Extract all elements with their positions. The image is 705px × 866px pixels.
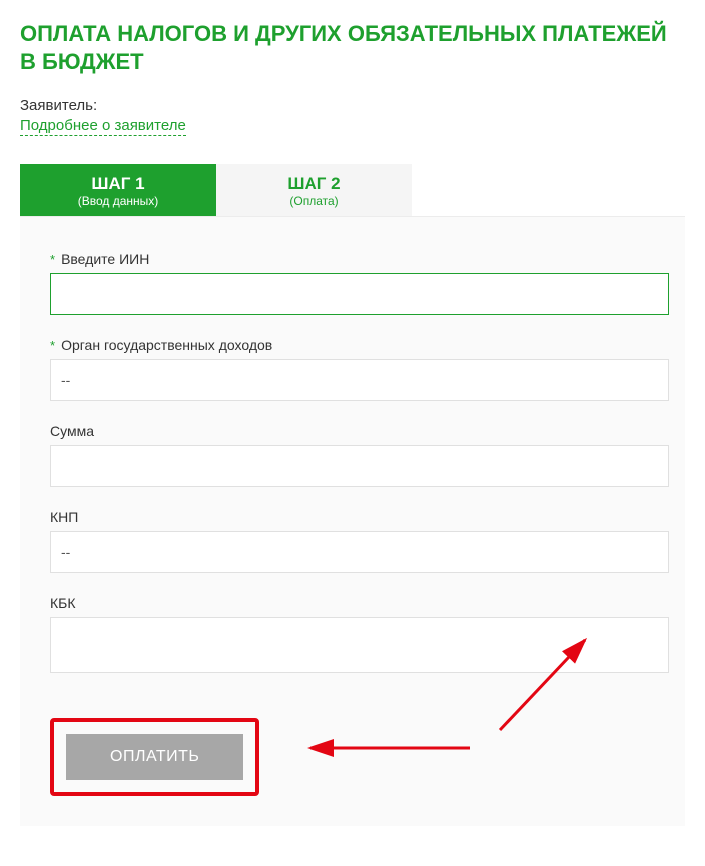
applicant-label: Заявитель: (20, 97, 685, 114)
knp-label: КНП (50, 509, 669, 525)
sum-label: Сумма (50, 423, 669, 439)
field-knp: КНП (50, 509, 669, 573)
iin-label: Введите ИИН (50, 251, 669, 267)
pay-button[interactable]: ОПЛАТИТЬ (66, 734, 243, 780)
annotation-arrow-horizontal (300, 728, 480, 768)
tab-step2-title: ШАГ 2 (216, 174, 412, 194)
tab-step2[interactable]: ШАГ 2 (Оплата) (216, 164, 412, 216)
page-title: ОПЛАТА НАЛОГОВ И ДРУГИХ ОБЯЗАТЕЛЬНЫХ ПЛА… (20, 20, 685, 75)
field-sum: Сумма (50, 423, 669, 487)
tab-step1-sub: (Ввод данных) (20, 194, 216, 208)
tab-step1-title: ШАГ 1 (20, 174, 216, 194)
agency-input[interactable] (50, 359, 669, 401)
field-iin: Введите ИИН (50, 251, 669, 315)
pay-button-highlight: ОПЛАТИТЬ (50, 718, 259, 796)
sum-input[interactable] (50, 445, 669, 487)
field-kbk: КБК (50, 595, 669, 678)
field-agency: Орган государственных доходов (50, 337, 669, 401)
tabs: ШАГ 1 (Ввод данных) ШАГ 2 (Оплата) (20, 164, 685, 216)
knp-input[interactable] (50, 531, 669, 573)
kbk-input[interactable] (50, 617, 669, 673)
tab-step2-sub: (Оплата) (216, 194, 412, 208)
kbk-label: КБК (50, 595, 669, 611)
applicant-more-link[interactable]: Подробнее о заявителе (20, 117, 186, 136)
applicant-block: Заявитель: Подробнее о заявителе (20, 97, 685, 136)
agency-label: Орган государственных доходов (50, 337, 669, 353)
tab-step1[interactable]: ШАГ 1 (Ввод данных) (20, 164, 216, 216)
form-area: Введите ИИН Орган государственных доходо… (20, 216, 685, 826)
iin-input[interactable] (50, 273, 669, 315)
